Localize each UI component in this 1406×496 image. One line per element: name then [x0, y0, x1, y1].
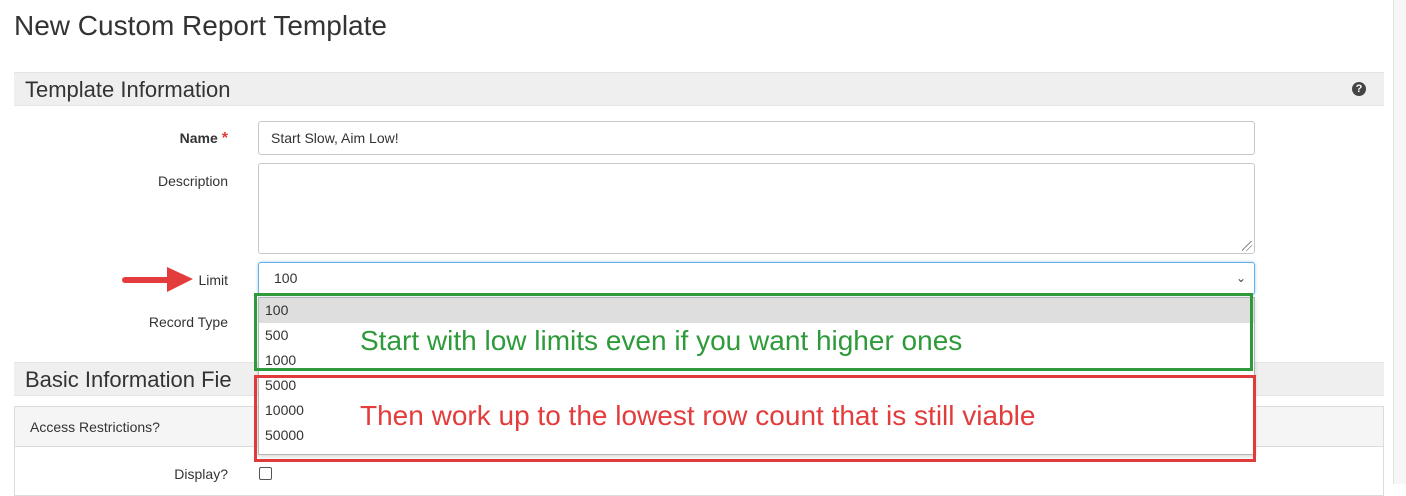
limit-label: Limit [198, 272, 228, 288]
page-scrollbar-rail[interactable] [1393, 0, 1406, 484]
record-type-label: Record Type [148, 314, 228, 330]
resize-handle-icon[interactable] [1242, 241, 1252, 251]
description-label: Description [157, 173, 228, 189]
limit-selected-value: 100 [274, 270, 298, 286]
name-label-text: Name [179, 130, 218, 146]
limit-select[interactable]: 100 ⌄ [258, 262, 1255, 295]
name-label: Name * [28, 129, 228, 148]
display-label: Display? [174, 466, 228, 482]
section-title: Basic Information Fie [25, 367, 232, 392]
section-title: Template Information [25, 77, 231, 102]
chevron-down-icon: ⌄ [1235, 271, 1246, 285]
required-icon: * [221, 130, 228, 147]
description-textarea[interactable] [258, 163, 1255, 254]
name-input[interactable]: Start Slow, Aim Low! [258, 121, 1255, 155]
red-annotation-text: Then work up to the lowest row count tha… [360, 400, 1036, 431]
display-checkbox[interactable] [259, 467, 272, 480]
section-header-template-information: Template Information ? [14, 72, 1384, 106]
page-title: New Custom Report Template [14, 10, 387, 41]
help-icon[interactable]: ? [1352, 82, 1366, 96]
green-annotation-text: Start with low limits even if you want h… [360, 325, 963, 356]
